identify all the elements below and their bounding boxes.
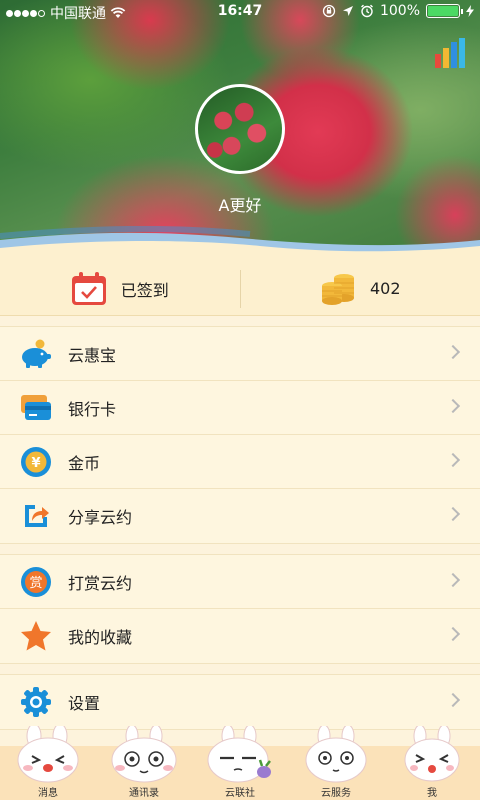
- menu-item-yunhuibao[interactable]: 云惠宝: [0, 327, 480, 381]
- username: A更好: [218, 196, 262, 215]
- menu-item-favorites[interactable]: 我的收藏: [0, 609, 480, 663]
- menu-label: 分享云约: [68, 508, 133, 527]
- checkin-stat[interactable]: 已签到: [0, 262, 240, 315]
- charging-icon: [466, 5, 474, 17]
- alarm-icon: [361, 4, 373, 18]
- tab-label: 消息: [38, 788, 58, 799]
- gear-icon: [20, 686, 52, 718]
- share-icon: [20, 500, 52, 532]
- chevron-right-icon: [445, 344, 461, 360]
- menu-label: 金币: [68, 453, 101, 473]
- coins-value: 402: [369, 279, 401, 298]
- menu-label: 设置: [68, 694, 101, 713]
- orientation-lock-icon: [322, 4, 336, 18]
- battery-percent: 100%: [379, 3, 420, 19]
- menu-group-settings: 设置: [0, 674, 480, 730]
- menu-item-bank-card[interactable]: 银行卡: [0, 381, 480, 435]
- menu-label: 银行卡: [68, 399, 117, 419]
- chevron-right-icon: [445, 506, 461, 522]
- tab-bar: 消息 通讯录 云联社 云服务 我: [0, 726, 480, 800]
- bunny-community-icon: [207, 726, 271, 783]
- tab-community[interactable]: 云联社: [192, 726, 288, 800]
- stats-bar: 已签到 402: [0, 262, 480, 316]
- status-right: 100%: [322, 3, 474, 19]
- calendar-check-icon: [71, 271, 106, 305]
- profile-header: 中国联通 16:47 100% A更好: [0, 0, 480, 262]
- menu-item-reward[interactable]: 赏 打赏云约: [0, 555, 480, 609]
- tab-messages[interactable]: 消息: [0, 726, 96, 800]
- header-wave-divider: [0, 226, 480, 262]
- menu-list: 云惠宝 银行卡 ¥ 金币 分享云约 赏 打赏云约 我的收藏 设置: [0, 326, 480, 740]
- coin-stack-icon: [321, 273, 354, 305]
- menu-group-wallet: 云惠宝 银行卡 ¥ 金币 分享云约: [0, 326, 480, 544]
- menu-label: 我的收藏: [68, 628, 133, 647]
- chevron-right-icon: [445, 572, 461, 588]
- tab-label: 我: [427, 788, 437, 799]
- battery-icon: [426, 4, 463, 18]
- chevron-right-icon: [445, 626, 461, 642]
- menu-item-settings[interactable]: 设置: [0, 675, 480, 729]
- avatar[interactable]: [195, 84, 285, 174]
- star-icon: [20, 620, 52, 652]
- tab-label: 云联社: [225, 788, 255, 799]
- yen-coin-icon: ¥: [20, 446, 52, 478]
- tab-contacts[interactable]: 通讯录: [96, 726, 192, 800]
- location-icon: [342, 6, 353, 16]
- menu-label: 打赏云约: [68, 573, 133, 593]
- tab-label: 云服务: [321, 788, 351, 799]
- tab-me[interactable]: 我: [384, 726, 480, 800]
- piggy-bank-icon: [20, 338, 52, 370]
- stats-chart-icon[interactable]: [434, 38, 468, 68]
- svg-text:赏: 赏: [29, 576, 42, 591]
- svg-text:¥: ¥: [31, 456, 40, 471]
- menu-item-share[interactable]: 分享云约: [0, 489, 480, 543]
- battery-level: [428, 6, 458, 16]
- bunny-service-icon: [305, 726, 367, 783]
- bank-card-icon: [20, 392, 52, 424]
- bunny-messages-icon: [17, 726, 79, 783]
- reward-icon: 赏: [20, 566, 52, 598]
- chevron-right-icon: [445, 692, 461, 708]
- tab-label: 通讯录: [129, 788, 159, 799]
- coins-stat[interactable]: 402: [241, 262, 480, 315]
- tab-cloud-service[interactable]: 云服务: [288, 726, 384, 800]
- menu-label: 云惠宝: [68, 345, 117, 365]
- checkin-label: 已签到: [120, 280, 169, 300]
- bunny-me-icon: [404, 726, 460, 782]
- chevron-right-icon: [445, 398, 461, 414]
- bunny-contacts-icon: [111, 726, 177, 783]
- chevron-right-icon: [445, 452, 461, 468]
- menu-group-social: 赏 打赏云约 我的收藏: [0, 554, 480, 664]
- status-bar: 中国联通 16:47 100%: [0, 0, 480, 24]
- menu-item-gold-coin[interactable]: ¥ 金币: [0, 435, 480, 489]
